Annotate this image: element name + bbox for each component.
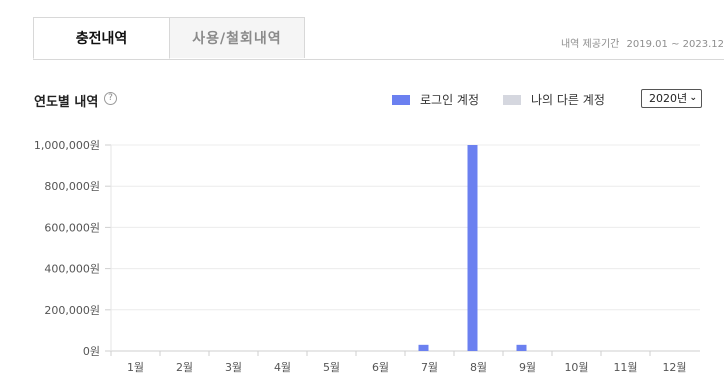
- x-tick-label: 5월: [323, 361, 340, 374]
- x-tick-label: 1월: [127, 361, 144, 374]
- legend-label: 로그인 계정: [420, 93, 480, 107]
- x-tick-label: 6월: [372, 361, 389, 374]
- monthly-bar-chart: 0원 200,000원 400,000원 600,000원 800,000원 1,000,…: [34, 139, 700, 374]
- y-tick-label: 400,000원: [44, 263, 100, 276]
- x-tick-label: 3월: [225, 361, 242, 374]
- legend-item-other-account: 나의 다른 계정: [503, 91, 605, 108]
- question-circle-icon[interactable]: ?: [104, 92, 117, 105]
- period-range: 2019.01 ~ 2023.12: [626, 39, 724, 50]
- y-tick-label: 0원: [83, 345, 100, 358]
- x-tick-label: 11월: [613, 361, 637, 374]
- x-tick-label: 7월: [421, 361, 438, 374]
- history-period: 내역 제공기간 2019.01 ~ 2023.12: [561, 35, 724, 50]
- legend-swatch-other-account: [503, 95, 521, 105]
- x-tick-label: 4월: [274, 361, 291, 374]
- year-select[interactable]: 2020년 ⌄: [641, 89, 702, 108]
- y-tick-label: 600,000원: [44, 221, 100, 234]
- legend-swatch-login-account: [392, 95, 410, 105]
- bar-login-account: [467, 145, 478, 351]
- bar-login-account: [418, 344, 429, 351]
- x-tick-label: 9월: [519, 361, 536, 374]
- legend-label: 나의 다른 계정: [531, 93, 605, 107]
- x-tick-label: 12월: [662, 361, 686, 374]
- tab-use-withdraw-history[interactable]: 사용/철회내역: [169, 17, 305, 58]
- x-tick-label: 10월: [564, 361, 588, 374]
- tab-bar: 충전내역 사용/철회내역 내역 제공기간 2019.01 ~ 2023.12: [33, 17, 724, 60]
- year-select-value: 2020년: [649, 92, 688, 105]
- tab-charge-history[interactable]: 충전내역: [33, 17, 170, 59]
- y-tick-label: 800,000원: [44, 180, 100, 193]
- legend-item-login-account: 로그인 계정: [392, 91, 479, 108]
- bar-login-account: [516, 344, 527, 351]
- y-tick-label: 1,000,000원: [34, 139, 100, 152]
- x-tick-label: 2월: [176, 361, 193, 374]
- section-title: 연도별 내역: [34, 95, 99, 110]
- period-label: 내역 제공기간: [560, 39, 620, 50]
- y-tick-label: 200,000원: [44, 304, 100, 317]
- chevron-down-icon: ⌄: [689, 93, 697, 103]
- x-tick-label: 8월: [470, 361, 487, 374]
